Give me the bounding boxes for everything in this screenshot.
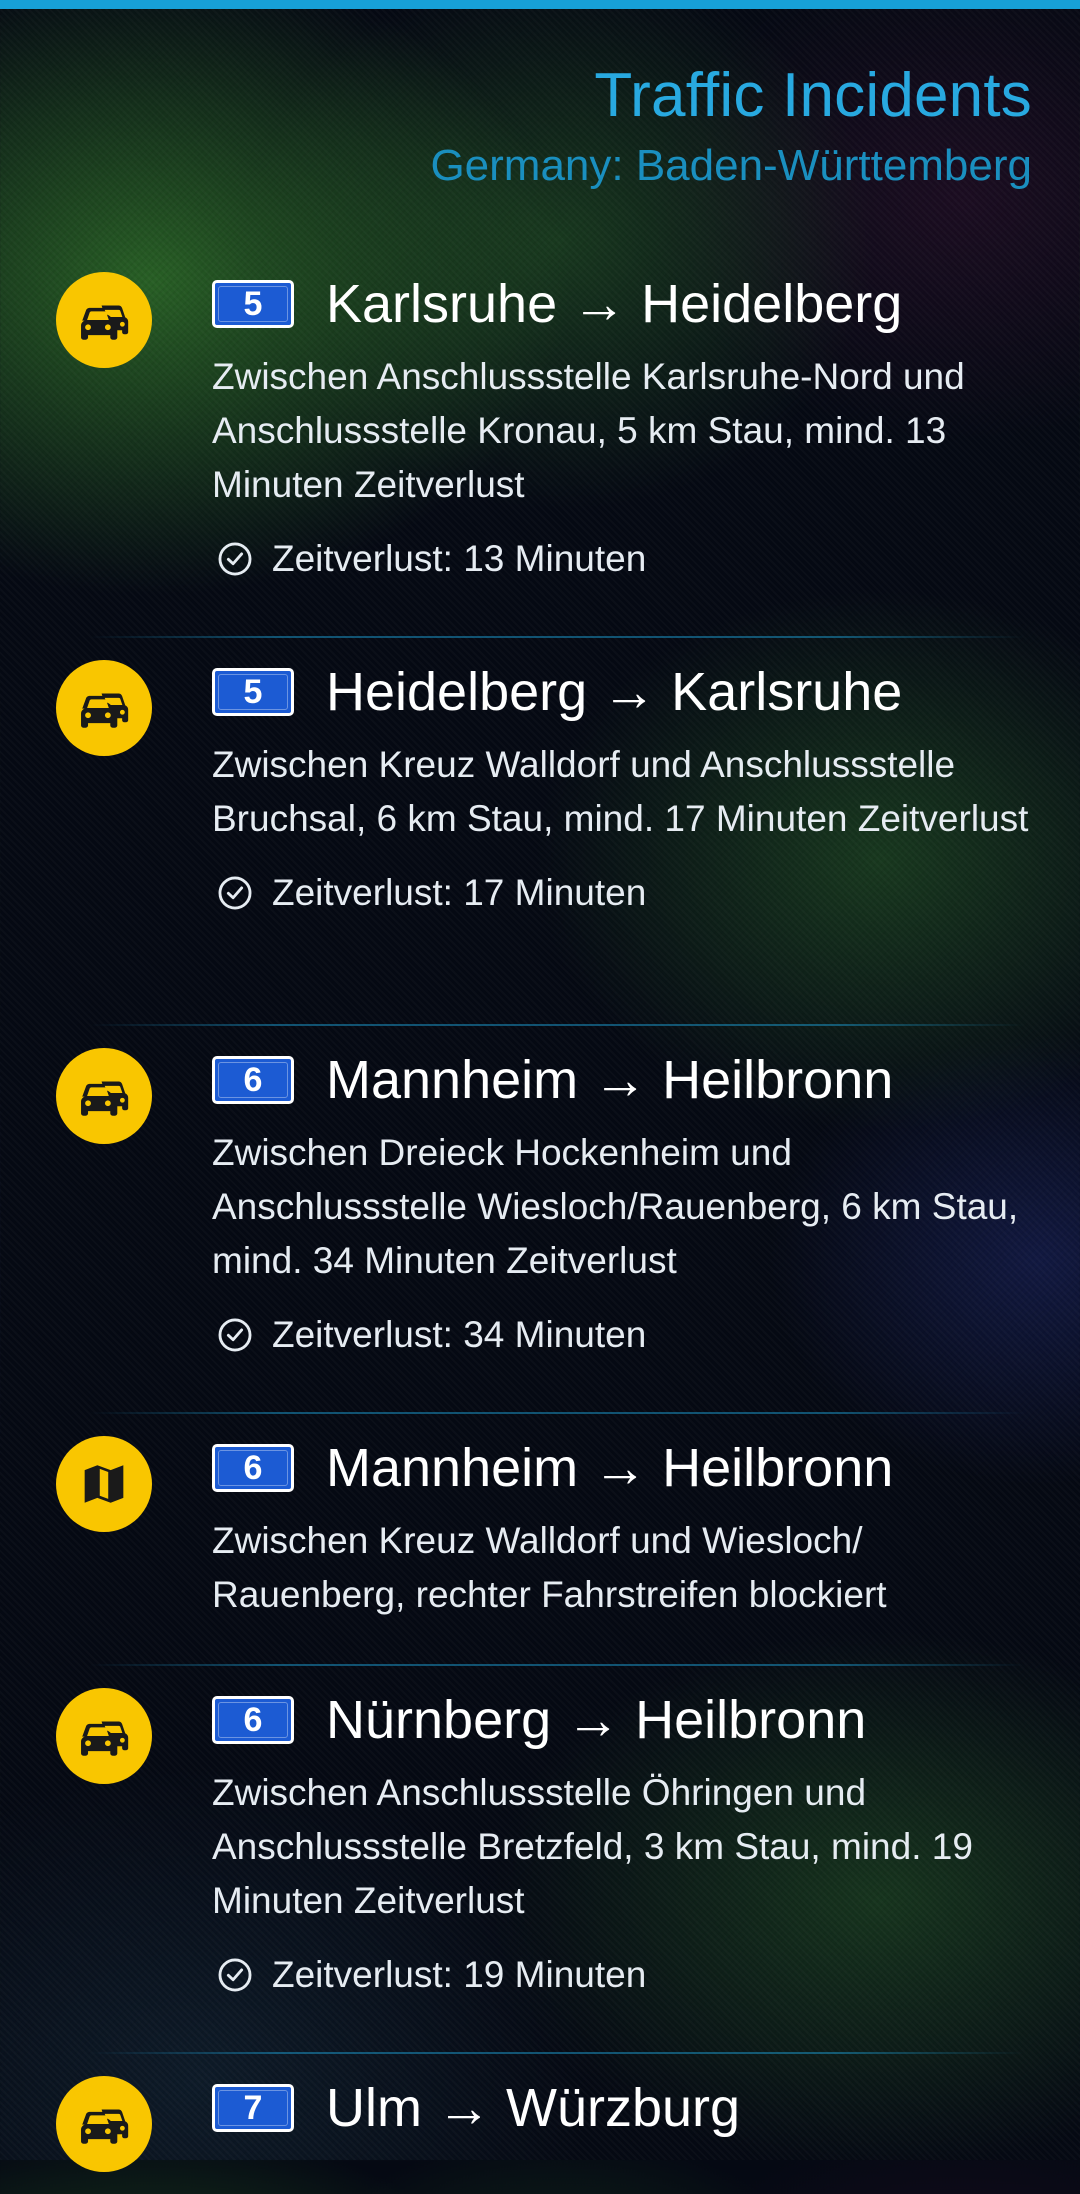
- incident-delay: Zeitverlust: 17 Minuten: [212, 868, 1040, 918]
- incident-item[interactable]: 6 Mannheim → Heilbronn Zwischen Kreuz Wa…: [0, 1414, 1080, 1666]
- incident-route: Mannheim → Heilbronn: [326, 1050, 894, 1110]
- incident-delay-text: Zeitverlust: 13 Minuten: [272, 538, 647, 579]
- incident-item[interactable]: 6 Nürnberg → Heilbronn Zwischen Anschlus…: [0, 1666, 1080, 2054]
- autobahn-shield: 7: [212, 2084, 294, 2132]
- incident-item[interactable]: 6 Mannheim → Heilbronn Zwischen Dreieck …: [0, 1026, 1080, 1414]
- incident-route: Mannheim → Heilbronn: [326, 1438, 894, 1498]
- incident-description: Zwischen Kreuz Walldorf und Anschlussste…: [212, 744, 1029, 839]
- incident-item[interactable]: 5 Karlsruhe → Heidelberg Zwischen Anschl…: [0, 250, 1080, 638]
- incident-description: Zwischen Dreieck Hockenheim und Anschlus…: [212, 1132, 1019, 1281]
- incident-item[interactable]: 7 Ulm → Würzburg: [0, 2054, 1080, 2194]
- autobahn-shield: 5: [212, 668, 294, 716]
- incident-description: Zwischen Anschlussstelle Öhringen und An…: [212, 1772, 973, 1921]
- status-accent-bar: [0, 0, 1080, 9]
- clock-icon: [218, 1958, 252, 1992]
- map-icon: [56, 1436, 152, 1532]
- traffic-jam-icon: [56, 1048, 152, 1144]
- incident-delay-text: Zeitverlust: 34 Minuten: [272, 1314, 647, 1355]
- incident-route: Nürnberg → Heilbronn: [326, 1690, 867, 1750]
- traffic-jam-icon: [56, 272, 152, 368]
- incident-delay: Zeitverlust: 13 Minuten: [212, 534, 1040, 584]
- traffic-jam-icon: [56, 2076, 152, 2172]
- page-header: Traffic Incidents Germany: Baden-Württem…: [430, 56, 1032, 196]
- incident-route: Ulm → Würzburg: [326, 2078, 741, 2138]
- autobahn-shield: 6: [212, 1696, 294, 1744]
- page-title: Traffic Incidents: [594, 61, 1032, 130]
- traffic-jam-icon: [56, 1688, 152, 1784]
- incident-delay-text: Zeitverlust: 19 Minuten: [272, 1954, 647, 1995]
- incident-description: Zwischen Kreuz Walldorf und Wiesloch/ Ra…: [212, 1520, 887, 1615]
- clock-icon: [218, 542, 252, 576]
- incident-route: Heidelberg → Karlsruhe: [326, 662, 903, 722]
- incident-item[interactable]: 5 Heidelberg → Karlsruhe Zwischen Kreuz …: [0, 638, 1080, 1026]
- autobahn-shield: 6: [212, 1444, 294, 1492]
- incident-delay: Zeitverlust: 34 Minuten: [212, 1310, 1040, 1360]
- incident-description: Zwischen Anschlussstelle Karlsruhe-Nord …: [212, 356, 965, 505]
- traffic-jam-icon: [56, 660, 152, 756]
- incident-list: 5 Karlsruhe → Heidelberg Zwischen Anschl…: [0, 250, 1080, 2194]
- autobahn-shield: 5: [212, 280, 294, 328]
- incident-route: Karlsruhe → Heidelberg: [326, 274, 903, 334]
- incident-delay-text: Zeitverlust: 17 Minuten: [272, 872, 647, 913]
- clock-icon: [218, 1318, 252, 1352]
- clock-icon: [218, 876, 252, 910]
- incident-delay: Zeitverlust: 19 Minuten: [212, 1950, 1040, 2000]
- page-subtitle: Germany: Baden-Württemberg: [430, 141, 1032, 190]
- autobahn-shield: 6: [212, 1056, 294, 1104]
